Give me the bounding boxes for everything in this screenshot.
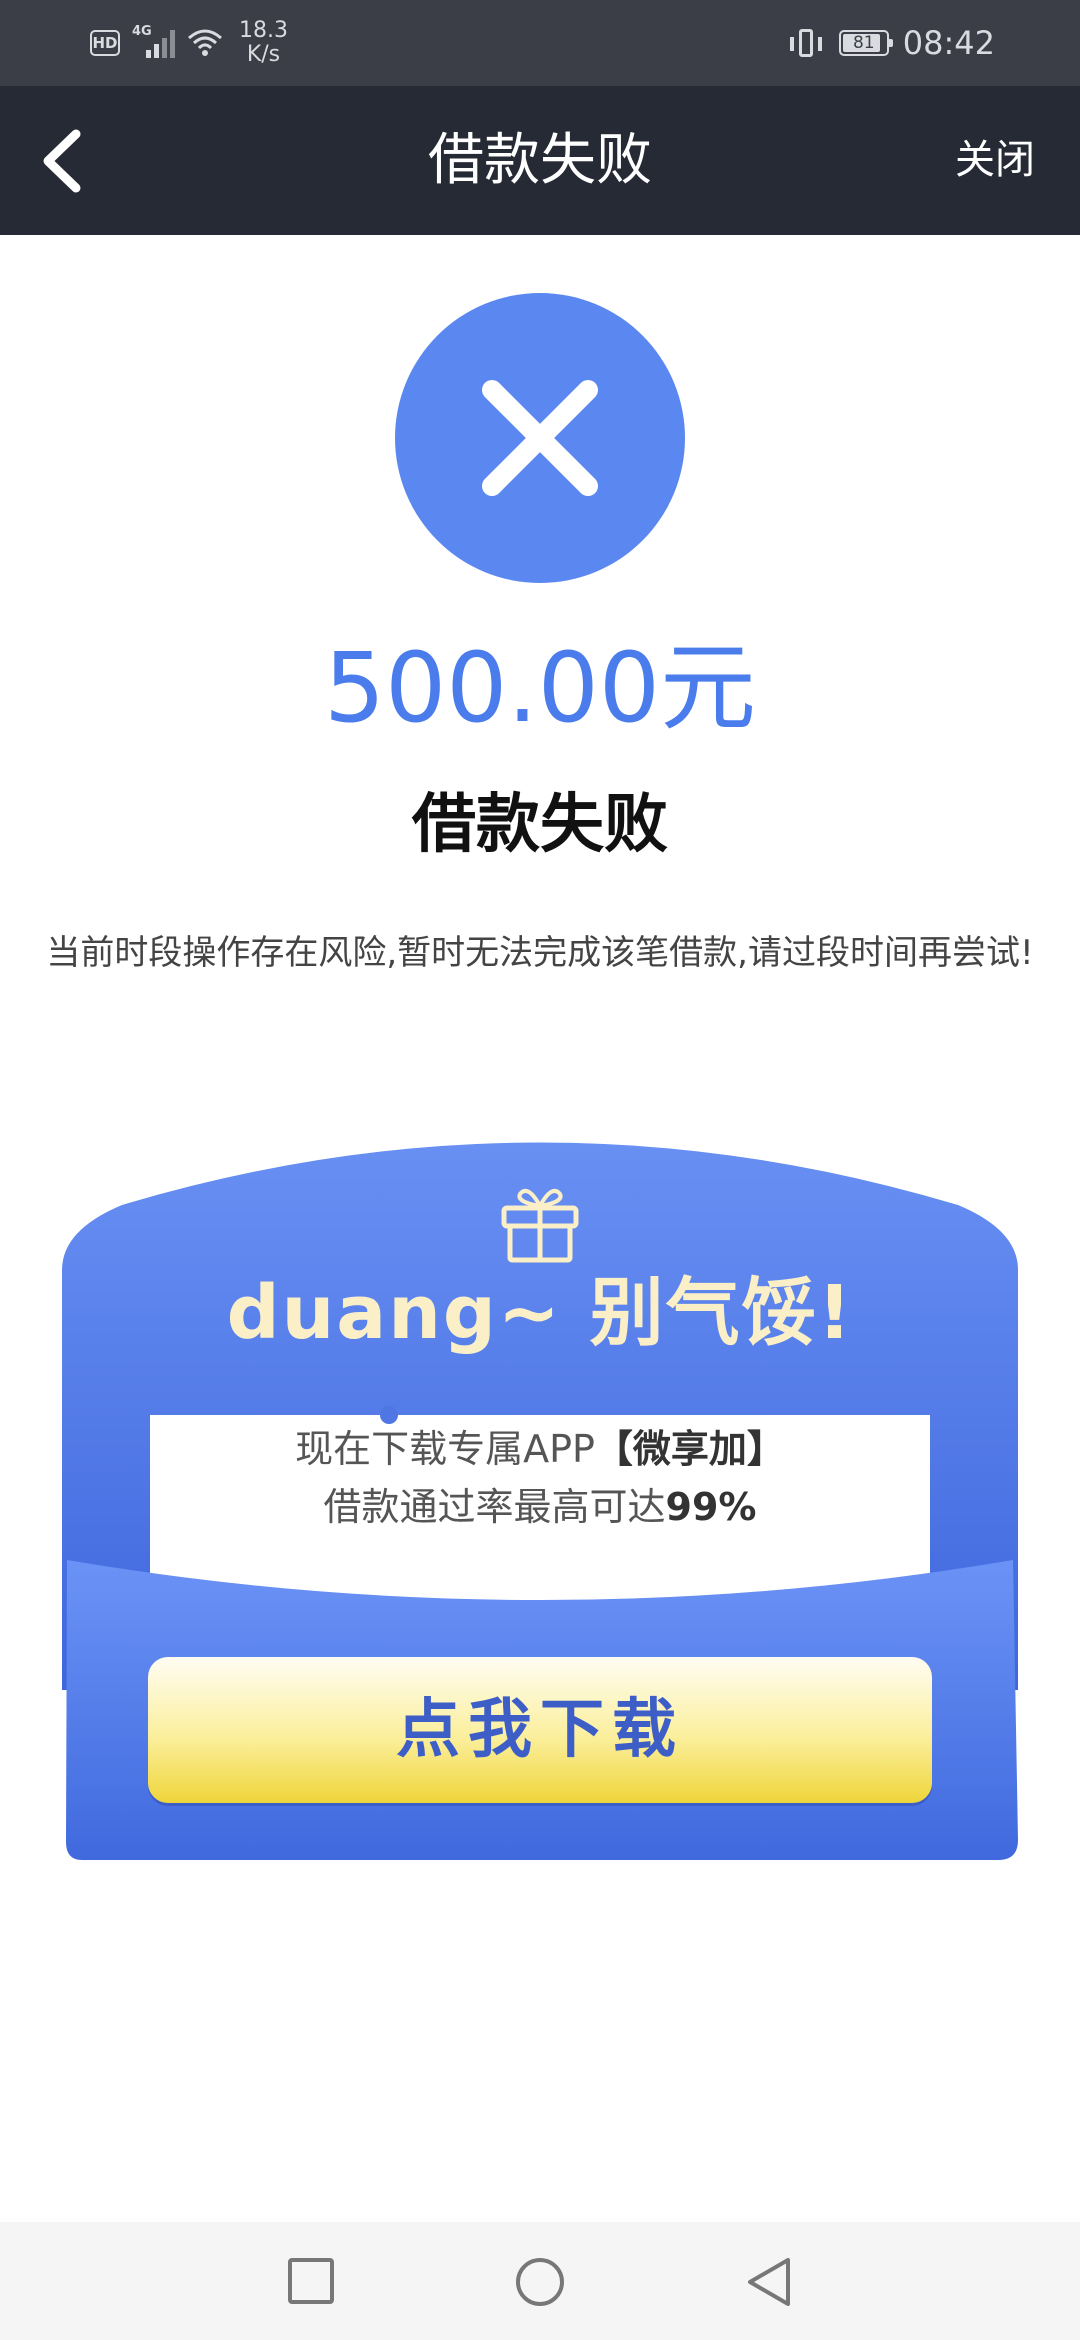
page-title: 借款失败 [428,128,652,193]
promo-title: duang~ 别气馁! [226,1270,854,1356]
system-nav-bar [0,2222,1080,2340]
download-button[interactable]: 点我下载 [148,1657,932,1803]
promo-line-1-prefix: 现在下载专属APP [295,1427,595,1471]
promo-line-1: 现在下载专属APP【微享加】 [152,1420,928,1478]
nav-bar: 借款失败 关闭 [0,86,1080,235]
network-type: 4G [132,24,152,39]
status-right: 81 08:42 [789,0,995,86]
status-bar: HD 4G 18.3 K/s 81 08:42 [0,0,1080,86]
battery-level: 81 [852,33,875,53]
loan-amount: 500.00元 [324,632,756,744]
vibrate-icon [789,29,822,57]
hd-icon: HD [90,30,120,56]
speed-value: 18.3 [239,18,288,43]
promo-app-name: 【微享加】 [594,1427,785,1471]
triangle-back-icon[interactable] [744,2256,794,2308]
status-left: HD 4G 18.3 K/s [90,0,288,86]
wifi-icon [188,29,222,56]
circle-icon[interactable] [514,2256,566,2308]
x-icon [482,380,598,496]
speed-unit: K/s [246,42,281,67]
promo-text: 现在下载专属APP【微享加】 借款通过率最高可达99% [152,1420,928,1536]
network-speed: 18.3 K/s [239,19,288,67]
promo-card: duang~ 别气馁! 现在下载专属APP【微享加】 借款通过率最高可达99% … [62,1130,1018,1860]
promo-line-2: 借款通过率最高可达99% [152,1478,928,1536]
result-title: 借款失败 [412,788,668,862]
close-button[interactable]: 关闭 [955,86,1035,235]
result-message: 当前时段操作存在风险,暂时无法完成该笔借款,请过段时间再尝试! [46,933,1034,973]
gift-icon [501,1189,579,1263]
promo-rate: 99% [665,1485,757,1529]
clock: 08:42 [902,24,995,62]
promo-line-2-prefix: 借款通过率最高可达 [323,1485,666,1529]
signal-icon: 4G [132,24,175,58]
square-icon[interactable] [286,2256,336,2306]
battery-icon: 81 [838,30,893,56]
fail-status-icon [395,293,685,583]
